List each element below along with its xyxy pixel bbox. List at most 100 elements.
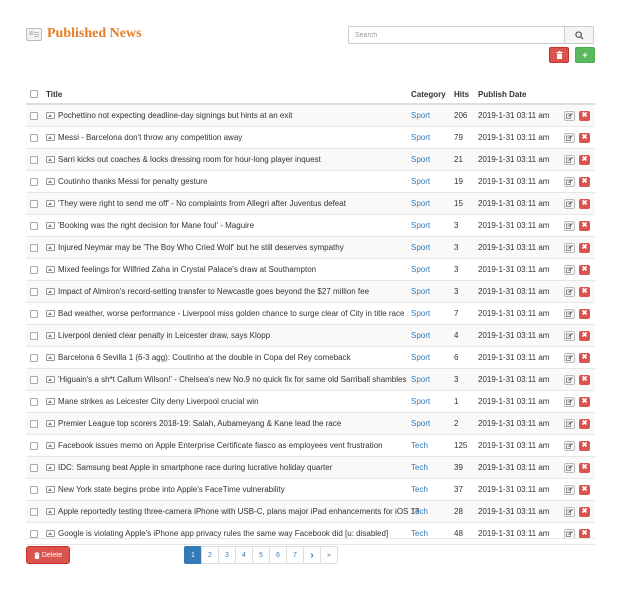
delete-row-button[interactable]: ✖ <box>579 110 590 121</box>
edit-button[interactable] <box>564 396 575 407</box>
category-link[interactable]: Sport <box>411 111 430 120</box>
edit-button[interactable] <box>564 308 575 319</box>
news-title-link[interactable]: Impact of Almiron's record-setting trans… <box>58 287 369 296</box>
row-checkbox[interactable] <box>30 309 38 318</box>
page-7[interactable]: 7 <box>286 546 304 564</box>
category-link[interactable]: Sport <box>411 243 430 252</box>
page-1[interactable]: 1 <box>184 546 202 564</box>
row-checkbox[interactable] <box>30 441 38 450</box>
category-link[interactable]: Tech <box>411 463 428 472</box>
bulk-delete-button[interactable] <box>549 47 569 63</box>
row-checkbox[interactable] <box>30 331 38 340</box>
row-checkbox[interactable] <box>30 243 38 252</box>
edit-button[interactable] <box>564 484 575 495</box>
next-page-button[interactable]: › <box>303 546 321 564</box>
news-title-link[interactable]: Injured Neymar may be 'The Boy Who Cried… <box>58 243 344 252</box>
delete-row-button[interactable]: ✖ <box>579 352 590 363</box>
news-title-link[interactable]: Google is violating Apple's iPhone app p… <box>58 529 388 538</box>
delete-row-button[interactable]: ✖ <box>579 374 590 385</box>
delete-row-button[interactable]: ✖ <box>579 176 590 187</box>
edit-button[interactable] <box>564 374 575 385</box>
row-checkbox[interactable] <box>30 375 38 384</box>
delete-row-button[interactable]: ✖ <box>579 242 590 253</box>
news-title-link[interactable]: Sarri kicks out coaches & locks dressing… <box>58 155 321 164</box>
edit-button[interactable] <box>564 176 575 187</box>
delete-row-button[interactable]: ✖ <box>579 220 590 231</box>
delete-row-button[interactable]: ✖ <box>579 484 590 495</box>
delete-row-button[interactable]: ✖ <box>579 418 590 429</box>
row-checkbox[interactable] <box>30 199 38 208</box>
news-title-link[interactable]: IDC: Samsung beat Apple in smartphone ra… <box>58 463 332 472</box>
category-link[interactable]: Sport <box>411 221 430 230</box>
category-link[interactable]: Tech <box>411 441 428 450</box>
category-link[interactable]: Tech <box>411 485 428 494</box>
delete-row-button[interactable]: ✖ <box>579 506 590 517</box>
row-checkbox[interactable] <box>30 221 38 230</box>
category-link[interactable]: Sport <box>411 155 430 164</box>
row-checkbox[interactable] <box>30 397 38 406</box>
last-page-button[interactable]: » <box>320 546 338 564</box>
row-checkbox[interactable] <box>30 265 38 274</box>
news-title-link[interactable]: Facebook issues memo on Apple Enterprise… <box>58 441 383 450</box>
news-title-link[interactable]: Mixed feelings for Wilfried Zaha in Crys… <box>58 265 316 274</box>
edit-button[interactable] <box>564 198 575 209</box>
delete-row-button[interactable]: ✖ <box>579 286 590 297</box>
category-link[interactable]: Sport <box>411 265 430 274</box>
delete-row-button[interactable]: ✖ <box>579 198 590 209</box>
category-link[interactable]: Tech <box>411 507 428 516</box>
column-header-title[interactable]: Title <box>46 90 62 99</box>
news-title-link[interactable]: 'Higuain's a sh*t Callum Wilson!' - Chel… <box>58 375 406 384</box>
delete-button[interactable]: Delete <box>26 546 70 564</box>
delete-row-button[interactable]: ✖ <box>579 330 590 341</box>
edit-button[interactable] <box>564 418 575 429</box>
column-header-category[interactable]: Category <box>411 90 446 99</box>
delete-row-button[interactable]: ✖ <box>579 528 590 539</box>
page-2[interactable]: 2 <box>201 546 219 564</box>
edit-button[interactable] <box>564 506 575 517</box>
news-title-link[interactable]: Pochettino not expecting deadline-day si… <box>58 111 292 120</box>
row-checkbox[interactable] <box>30 177 38 186</box>
search-button[interactable] <box>564 26 594 44</box>
edit-button[interactable] <box>564 528 575 539</box>
delete-row-button[interactable]: ✖ <box>579 154 590 165</box>
delete-row-button[interactable]: ✖ <box>579 396 590 407</box>
news-title-link[interactable]: Messi - Barcelona don't throw any compet… <box>58 133 242 142</box>
edit-button[interactable] <box>564 462 575 473</box>
edit-button[interactable] <box>564 264 575 275</box>
news-title-link[interactable]: Bad weather, worse performance - Liverpo… <box>58 309 404 318</box>
category-link[interactable]: Sport <box>411 353 430 362</box>
edit-button[interactable] <box>564 286 575 297</box>
news-title-link[interactable]: New York state begins probe into Apple's… <box>58 485 285 494</box>
row-checkbox[interactable] <box>30 463 38 472</box>
news-title-link[interactable]: Liverpool denied clear penalty in Leices… <box>58 331 270 340</box>
add-news-button[interactable]: + <box>575 47 595 63</box>
edit-button[interactable] <box>564 110 575 121</box>
row-checkbox[interactable] <box>30 353 38 362</box>
row-checkbox[interactable] <box>30 155 38 164</box>
delete-row-button[interactable]: ✖ <box>579 308 590 319</box>
category-link[interactable]: Tech <box>411 529 428 538</box>
page-6[interactable]: 6 <box>269 546 287 564</box>
category-link[interactable]: Sport <box>411 177 430 186</box>
row-checkbox[interactable] <box>30 507 38 516</box>
news-title-link[interactable]: Barcelona 6 Sevilla 1 (6-3 agg): Coutinh… <box>58 353 351 362</box>
edit-button[interactable] <box>564 220 575 231</box>
page-5[interactable]: 5 <box>252 546 270 564</box>
news-title-link[interactable]: Premier League top scorers 2018-19: Sala… <box>58 419 341 428</box>
category-link[interactable]: Sport <box>411 309 430 318</box>
column-header-date[interactable]: Publish Date <box>478 90 526 99</box>
column-header-hits[interactable]: Hits <box>454 90 469 99</box>
news-title-link[interactable]: 'Booking was the right decision for Mane… <box>58 221 254 230</box>
category-link[interactable]: Sport <box>411 331 430 340</box>
search-input[interactable] <box>348 26 564 44</box>
page-4[interactable]: 4 <box>235 546 253 564</box>
category-link[interactable]: Sport <box>411 133 430 142</box>
news-title-link[interactable]: Apple reportedly testing three-camera iP… <box>58 507 420 516</box>
delete-row-button[interactable]: ✖ <box>579 264 590 275</box>
edit-button[interactable] <box>564 132 575 143</box>
row-checkbox[interactable] <box>30 133 38 142</box>
row-checkbox[interactable] <box>30 111 38 120</box>
edit-button[interactable] <box>564 440 575 451</box>
row-checkbox[interactable] <box>30 287 38 296</box>
row-checkbox[interactable] <box>30 419 38 428</box>
